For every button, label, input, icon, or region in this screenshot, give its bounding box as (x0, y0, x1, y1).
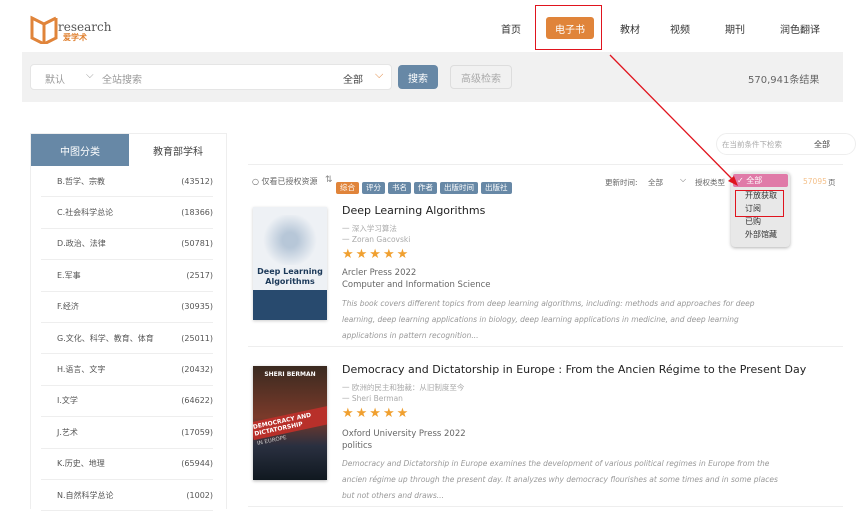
cover-title: Deep Learning Algorithms (257, 267, 323, 286)
category-label: C.社会科学总论 (57, 208, 114, 218)
auth-option-label: 全部 (746, 176, 763, 185)
update-time-select[interactable]: 全部 (648, 177, 663, 188)
nav-video[interactable]: 视频 (670, 21, 690, 36)
update-time-label: 更新时间: (605, 178, 638, 187)
nav-textbook[interactable]: 教材 (620, 21, 640, 36)
book-subject: Computer and Information Science (342, 280, 491, 290)
sidebar-category-item[interactable]: K.历史、地理 (65944) (41, 449, 213, 480)
sidebar-category-item[interactable]: N.自然科学总论 (1002) (41, 480, 213, 511)
auth-option-external[interactable]: 外部馆藏 (731, 228, 790, 241)
chevron-down-icon: ⌵ (375, 68, 384, 81)
rating-stars: ★★★★★ (342, 247, 411, 262)
book-author[interactable]: 一 Zoran Gacovski (342, 234, 410, 245)
sidebar-category-item[interactable]: H.语言、文字 (20432) (41, 354, 213, 386)
sort-icon[interactable]: ⇅ (325, 175, 333, 185)
book-publisher: Arcler Press 2022 (342, 268, 417, 278)
sidebar-category-item[interactable]: C.社会科学总论 (18366) (41, 197, 213, 229)
category-label: G.文化、科学、教育、体育 (57, 333, 154, 343)
sort-tag[interactable]: 书名 (388, 182, 411, 194)
book-title[interactable]: Deep Learning Algorithms (342, 204, 485, 217)
divider (248, 164, 843, 165)
search-mode-select[interactable]: 默认 (45, 71, 65, 86)
cover-author: SHERI BERMAN (264, 371, 316, 378)
sidebar-category-item[interactable]: E.军事 (2517) (41, 260, 213, 292)
book-publisher: Oxford University Press 2022 (342, 429, 466, 439)
book-description: This book covers different topics from d… (342, 299, 755, 340)
book-author[interactable]: 一 Sheri Berman (342, 393, 403, 404)
category-count: (65944) (181, 459, 213, 469)
cover-title: DEMOCRACY AND DICTATORSHIP (253, 405, 327, 441)
category-label: F.经济 (57, 302, 79, 312)
divider (248, 346, 843, 347)
search-placeholder: 全站搜索 (102, 75, 142, 86)
search-input[interactable] (30, 64, 392, 90)
category-label: B.哲学、宗教 (57, 176, 106, 186)
category-label: D.政治、法律 (57, 239, 106, 249)
category-label: N.自然科学总论 (57, 490, 114, 500)
rating-stars: ★★★★★ (342, 406, 411, 421)
auth-type-label: 授权类型 (695, 178, 725, 187)
category-count: (1002) (186, 490, 213, 500)
search-scope-select[interactable]: 全部 (343, 71, 363, 86)
annotation-box-options (735, 190, 784, 217)
sidebar-category-item[interactable]: B.哲学、宗教 (43512) (41, 166, 213, 198)
only-authorized-label: 仅看已授权资源 (261, 177, 318, 186)
book-description: Democracy and Dictatorship in Europe exa… (342, 459, 778, 500)
category-count: (25011) (181, 333, 213, 343)
within-scope-select[interactable]: 全部 (814, 139, 830, 150)
category-label: J.艺术 (57, 427, 78, 437)
category-count: (43512) (181, 176, 213, 186)
sort-tag[interactable]: 出版社 (481, 182, 512, 194)
category-count: (20432) (181, 365, 213, 375)
chevron-down-icon: ⌵ (680, 175, 687, 184)
sort-tags: 综合 评分 书名 作者 出版时间 出版社 (336, 175, 515, 194)
divider (248, 506, 843, 507)
logo-cn: 爱学术 (63, 33, 87, 42)
nav-polish[interactable]: 润色翻译 (780, 21, 820, 36)
annotation-box-ebook (535, 5, 602, 50)
sidebar-category-item[interactable]: F.经济 (30935) (41, 292, 213, 323)
category-sidebar: 中图分类 教育部学科 B.哲学、宗教 (43512) C.社会科学总论 (18366)… (30, 133, 227, 511)
book-cover[interactable]: Deep Learning Algorithms (253, 207, 327, 320)
sort-tag[interactable]: 综合 (336, 182, 359, 194)
sort-tag[interactable]: 评分 (362, 182, 385, 194)
auth-option-all[interactable]: ✓ 全部 (733, 174, 788, 187)
sidebar-category-item[interactable]: J.艺术 (17059) (41, 417, 213, 449)
category-count: (17059) (181, 427, 213, 437)
book-title[interactable]: Democracy and Dictatorship in Europe : F… (342, 363, 806, 376)
sidebar-category-item[interactable]: I.文学 (64622) (41, 386, 213, 418)
page-unit: 页 (828, 178, 836, 187)
category-label: H.语言、文字 (57, 365, 106, 375)
tab-moe-subject[interactable]: 教育部学科 (129, 134, 227, 166)
nav-home[interactable]: 首页 (501, 21, 521, 36)
category-label: I.文学 (57, 396, 78, 406)
within-search-placeholder: 在当前条件下检索 (722, 140, 782, 149)
result-count: 570,941条结果 (748, 75, 820, 86)
category-count: (50781) (181, 239, 213, 249)
advanced-search-button[interactable]: 高级检索 (450, 65, 512, 89)
book-cn-title: 一 深入学习算法 (342, 224, 397, 233)
nav-journal[interactable]: 期刊 (725, 21, 745, 36)
book-cn-title: 一 欧洲的民主和独裁：从旧制度至今 (342, 383, 465, 392)
category-count: (18366) (181, 208, 213, 218)
sidebar-category-item[interactable]: D.政治、法律 (50781) (41, 229, 213, 261)
category-count: (2517) (186, 270, 213, 280)
sort-tag[interactable]: 作者 (414, 182, 437, 194)
book-subject: politics (342, 441, 373, 451)
book-cover[interactable]: SHERI BERMAN DEMOCRACY AND DICTATORSHIP … (253, 366, 327, 480)
search-button[interactable]: 搜索 (398, 65, 438, 89)
page-count: 57095 (803, 177, 827, 186)
chevron-down-icon: ⌵ (86, 70, 94, 81)
tab-clc[interactable]: 中图分类 (31, 134, 129, 166)
sidebar-category-item[interactable]: G.文化、科学、教育、体育 (25011) (41, 323, 213, 355)
category-count: (64622) (181, 396, 213, 406)
category-label: K.历史、地理 (57, 459, 105, 469)
sort-tag[interactable]: 出版时间 (440, 182, 478, 194)
category-label: E.军事 (57, 270, 81, 280)
only-authorized-radio[interactable]: ○ 仅看已授权资源 (252, 176, 318, 187)
category-count: (30935) (181, 302, 213, 312)
